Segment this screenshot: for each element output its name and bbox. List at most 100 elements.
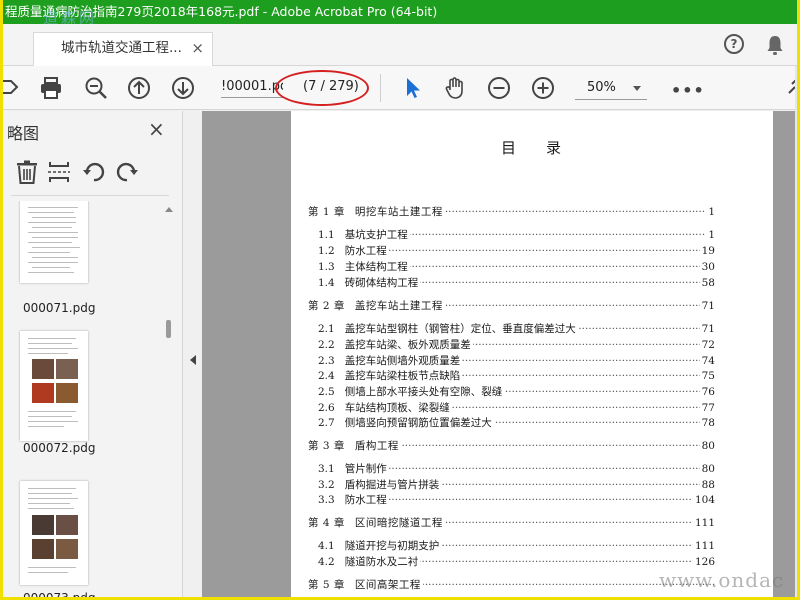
toc-entry-title: 砖砌体结构工程	[344, 277, 419, 289]
toc-entry-number: 2.1	[318, 323, 335, 335]
toc-section-row: ········································…	[318, 477, 715, 493]
toc-entry-page: 88	[699, 477, 715, 493]
save-icon[interactable]	[0, 75, 23, 101]
page-thumbnail-72[interactable]	[20, 331, 88, 441]
collapse-arrow-icon[interactable]	[190, 355, 196, 365]
document-page: 目录 ·····································…	[291, 111, 773, 597]
toc-entry-page: 1	[706, 204, 715, 220]
toc-entry-title: 主体结构工程	[344, 261, 408, 273]
toc-section-row: ········································…	[318, 368, 715, 384]
toc-entry-label: 2.4 盖挖车站梁柱板节点缺陷	[318, 370, 463, 382]
toc-entry-number: 4.1	[318, 540, 335, 552]
toc-entry-number: 1.3	[318, 261, 335, 273]
toc-entry-title: 侧墙竖向预留钢筋位置偏差过大	[344, 417, 492, 429]
toc-entry-title: 侧墙上部水平接头处有空隙、裂缝	[344, 386, 503, 398]
toc-entry-number: 1.4	[318, 277, 335, 289]
tab-bar: 城市轨道交通工程... × ?	[3, 24, 797, 66]
extract-pages-icon[interactable]	[46, 159, 72, 185]
toc-section-row: ········································…	[318, 321, 715, 337]
scroll-up-icon[interactable]	[165, 207, 173, 212]
toc-entry-number: 第 1 章	[308, 206, 345, 218]
toc-entry-title: 基坑支护工程	[344, 229, 408, 241]
more-tools-icon[interactable]: •••	[671, 81, 705, 100]
toc-entry-page: 72	[699, 337, 715, 353]
toc-entry-page: 76	[699, 384, 715, 400]
toc-entry-label: 1.1 基坑支护工程	[318, 229, 410, 241]
toc-chapter-row: ········································…	[308, 577, 715, 593]
trash-icon[interactable]	[14, 159, 40, 185]
toc-section-row: ········································…	[318, 275, 715, 291]
help-icon[interactable]: ?	[724, 34, 744, 54]
toc-entry-page: 77	[699, 400, 715, 416]
toc-entry-label: 2.2 盖挖车站梁、板外观质量差	[318, 339, 473, 351]
bell-icon[interactable]	[765, 34, 785, 56]
toc-entry-number: 1.2	[318, 245, 335, 257]
toolbar-separator	[380, 74, 381, 102]
document-tab[interactable]: 城市轨道交通工程... ×	[33, 32, 213, 66]
toc-entry-title: 盖挖车站侧墙外观质量差	[344, 355, 461, 367]
thumbnail-label: 000071.pdg	[23, 301, 96, 315]
select-cursor-icon[interactable]	[399, 75, 425, 101]
toc-entry-label: 3.3 防水工程	[318, 494, 389, 506]
toc-entry-label: 3.1 管片制作	[318, 463, 389, 475]
toc-entry-label: 2.3 盖挖车站侧墙外观质量差	[318, 355, 463, 367]
toc-entry-title: 盾构掘进与管片拼装	[344, 479, 440, 491]
rotate-left-icon[interactable]	[81, 159, 107, 185]
panel-collapse-strip[interactable]	[184, 111, 202, 597]
toc-entry-label: 1.3 主体结构工程	[318, 261, 410, 273]
toc-entry-title: 区间高架工程	[354, 579, 421, 591]
toc-entry-page: 78	[699, 415, 715, 431]
tab-close-icon[interactable]: ×	[191, 33, 204, 63]
toc-entry-number: 3.3	[318, 494, 335, 506]
page-thumbnail-71[interactable]	[20, 201, 88, 283]
toc-entry-title: 隧道开挖与初期支护	[344, 540, 440, 552]
toc-entry-label: 1.2 防水工程	[318, 245, 389, 257]
thumbnail-scrollbar[interactable]	[163, 207, 173, 597]
toc-entry-title: 隧道防水及二衬	[344, 556, 419, 568]
toc-section-row: ········································…	[318, 492, 715, 508]
toc-section-row: ········································…	[318, 227, 715, 243]
next-page-icon[interactable]	[170, 75, 196, 101]
toc-entry-label: 第 1 章明挖车站土建工程	[308, 206, 445, 218]
toolbar: !00001.pdg (7 / 279) 50% •••	[0, 66, 800, 110]
zoom-out-magnifier-icon[interactable]	[83, 75, 109, 101]
panel-divider	[11, 195, 169, 196]
toc-entry-title: 防水工程	[344, 494, 387, 506]
page-number-input[interactable]: !00001.pdg	[221, 76, 283, 98]
previous-page-icon[interactable]	[126, 75, 152, 101]
toc-entry-page: 71	[699, 298, 715, 314]
link-icon[interactable]	[783, 75, 800, 101]
panel-close-icon[interactable]: ×	[148, 117, 165, 141]
toc-entry-label: 4.1 隧道开挖与初期支护	[318, 540, 442, 552]
toc-entry-title: 盖挖车站型钢柱（钢管柱）定位、垂直度偏差过大	[344, 323, 576, 335]
toc-entry-page: 1	[706, 227, 715, 243]
zoom-level-value: 50%	[587, 80, 616, 95]
toc-entry-label: 第 2 章盖挖车站土建工程	[308, 300, 445, 312]
toc-entry-page: 104	[692, 492, 715, 508]
panel-title: 略图	[7, 124, 40, 143]
toc-entry-page: 74	[699, 353, 715, 369]
toc-entry-title: 管片制作	[344, 463, 387, 475]
toc-entry-number: 2.4	[318, 370, 335, 382]
toc-entry-number: 第 3 章	[308, 440, 345, 452]
print-icon[interactable]	[38, 75, 64, 101]
zoom-in-icon[interactable]	[530, 75, 556, 101]
toc-section-row: ········································…	[318, 353, 715, 369]
toc-entry-number: 第 2 章	[308, 300, 345, 312]
toc-entry-label: 第 5 章区间高架工程	[308, 579, 423, 591]
toc-entry-label: 第 3 章盾构工程	[308, 440, 401, 452]
toc-chapter-row: ········································…	[308, 204, 715, 220]
toc-entry-title: 盖挖车站梁、板外观质量差	[344, 339, 471, 351]
toc-entry-title: 区间暗挖隧道工程	[354, 517, 443, 529]
scroll-thumb[interactable]	[166, 320, 171, 338]
toc-entry-title: 车站结构顶板、梁裂缝	[344, 402, 450, 414]
toc-entry-page: 80	[699, 438, 715, 454]
window-title-bar: 程质量通病防治指南279页2018年168元.pdf - Adobe Acrob…	[3, 0, 797, 24]
rotate-right-icon[interactable]	[114, 159, 140, 185]
hand-tool-icon[interactable]	[442, 75, 468, 101]
page-thumbnail-73[interactable]	[20, 481, 88, 585]
toc-entry-number: 2.6	[318, 402, 335, 414]
zoom-out-icon[interactable]	[486, 75, 512, 101]
zoom-level-select[interactable]: 50%	[575, 76, 647, 100]
document-viewer[interactable]: 目录 ·····································…	[202, 111, 797, 597]
